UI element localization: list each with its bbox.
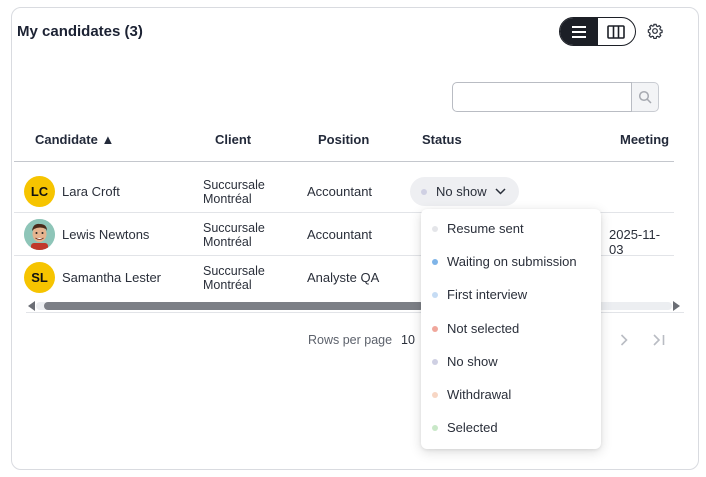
status-option-no-show[interactable]: No show — [421, 345, 601, 378]
status-dot — [432, 225, 438, 232]
client-cell: Succursale Montréal — [203, 264, 265, 292]
candidate-name[interactable]: Samantha Lester — [62, 270, 161, 285]
status-dot — [432, 258, 438, 265]
settings-button[interactable] — [646, 22, 664, 40]
list-view-button[interactable] — [560, 18, 598, 45]
status-dot — [432, 391, 438, 398]
chevron-right-icon — [620, 334, 628, 346]
client-line: Succursale — [203, 178, 265, 192]
rows-per-page-label: Rows per page — [308, 333, 393, 347]
status-dot — [432, 325, 438, 332]
search-button[interactable] — [632, 82, 659, 112]
search-box — [452, 82, 660, 112]
avatar: LC — [24, 176, 55, 207]
client-cell: Succursale Montréal — [203, 178, 265, 206]
status-option-first-interview[interactable]: First interview — [421, 278, 601, 311]
position-cell: Analyste QA — [307, 270, 380, 285]
status-option-resume-sent[interactable]: Resume sent — [421, 212, 601, 245]
table-row[interactable]: LC Lara Croft Succursale Montréal Accoun… — [14, 170, 674, 213]
status-option-label: Resume sent — [447, 221, 524, 236]
status-label: No show — [436, 184, 487, 199]
avatar: SL — [24, 262, 55, 293]
status-option-label: Selected — [447, 420, 498, 435]
status-option-selected[interactable]: Selected — [421, 411, 601, 444]
client-line: Succursale — [203, 264, 265, 278]
chevron-down-icon — [495, 188, 506, 195]
search-icon — [638, 90, 652, 104]
last-page-button[interactable] — [650, 331, 668, 349]
scrollbar-thumb[interactable] — [44, 302, 424, 310]
client-line: Montréal — [203, 235, 252, 249]
avatar — [24, 219, 55, 250]
gear-icon — [647, 23, 663, 39]
client-line: Succursale — [203, 221, 265, 235]
column-header-status[interactable]: Status — [422, 132, 462, 147]
status-dropdown[interactable]: No show — [410, 177, 519, 206]
column-header-meeting[interactable]: Meeting — [620, 132, 669, 147]
status-option-withdrawal[interactable]: Withdrawal — [421, 378, 601, 411]
list-view-icon — [571, 25, 586, 38]
next-page-button[interactable] — [617, 331, 631, 349]
candidate-name[interactable]: Lara Croft — [62, 184, 120, 199]
scroll-right-icon[interactable] — [673, 301, 680, 311]
status-option-waiting-on-submission[interactable]: Waiting on submission — [421, 245, 601, 278]
view-toggle — [559, 17, 636, 46]
status-dot — [421, 188, 427, 195]
status-option-label: No show — [447, 354, 498, 369]
columns-view-icon — [607, 24, 626, 39]
status-dot — [432, 358, 438, 365]
status-option-label: Not selected — [447, 321, 520, 336]
column-view-button[interactable] — [598, 18, 636, 45]
position-cell: Accountant — [307, 227, 373, 242]
header-divider — [14, 161, 674, 162]
client-line: Montréal — [203, 192, 252, 206]
meeting-cell: 2025-11-03 — [609, 227, 661, 257]
status-option-label: Waiting on submission — [447, 254, 577, 269]
search-input[interactable] — [452, 82, 632, 112]
client-cell: Succursale Montréal — [203, 221, 265, 249]
column-header-candidate[interactable]: Candidate ▲ — [35, 132, 114, 147]
candidate-name[interactable]: Lewis Newtons — [62, 227, 149, 242]
status-dot — [432, 291, 438, 298]
status-menu: Resume sent Waiting on submission First … — [421, 209, 601, 449]
column-header-client[interactable]: Client — [215, 132, 251, 147]
column-header-position[interactable]: Position — [318, 132, 369, 147]
status-option-label: Withdrawal — [447, 387, 512, 402]
last-page-icon — [653, 334, 665, 346]
scroll-left-icon[interactable] — [28, 301, 35, 311]
status-dot — [432, 424, 438, 431]
status-option-not-selected[interactable]: Not selected — [421, 312, 601, 345]
avatar-photo — [24, 219, 55, 250]
page-title: My candidates (3) — [17, 23, 143, 40]
position-cell: Accountant — [307, 184, 373, 199]
rows-per-page-select[interactable]: 10 — [401, 333, 415, 347]
client-line: Montréal — [203, 278, 252, 292]
status-option-label: First interview — [447, 287, 528, 302]
